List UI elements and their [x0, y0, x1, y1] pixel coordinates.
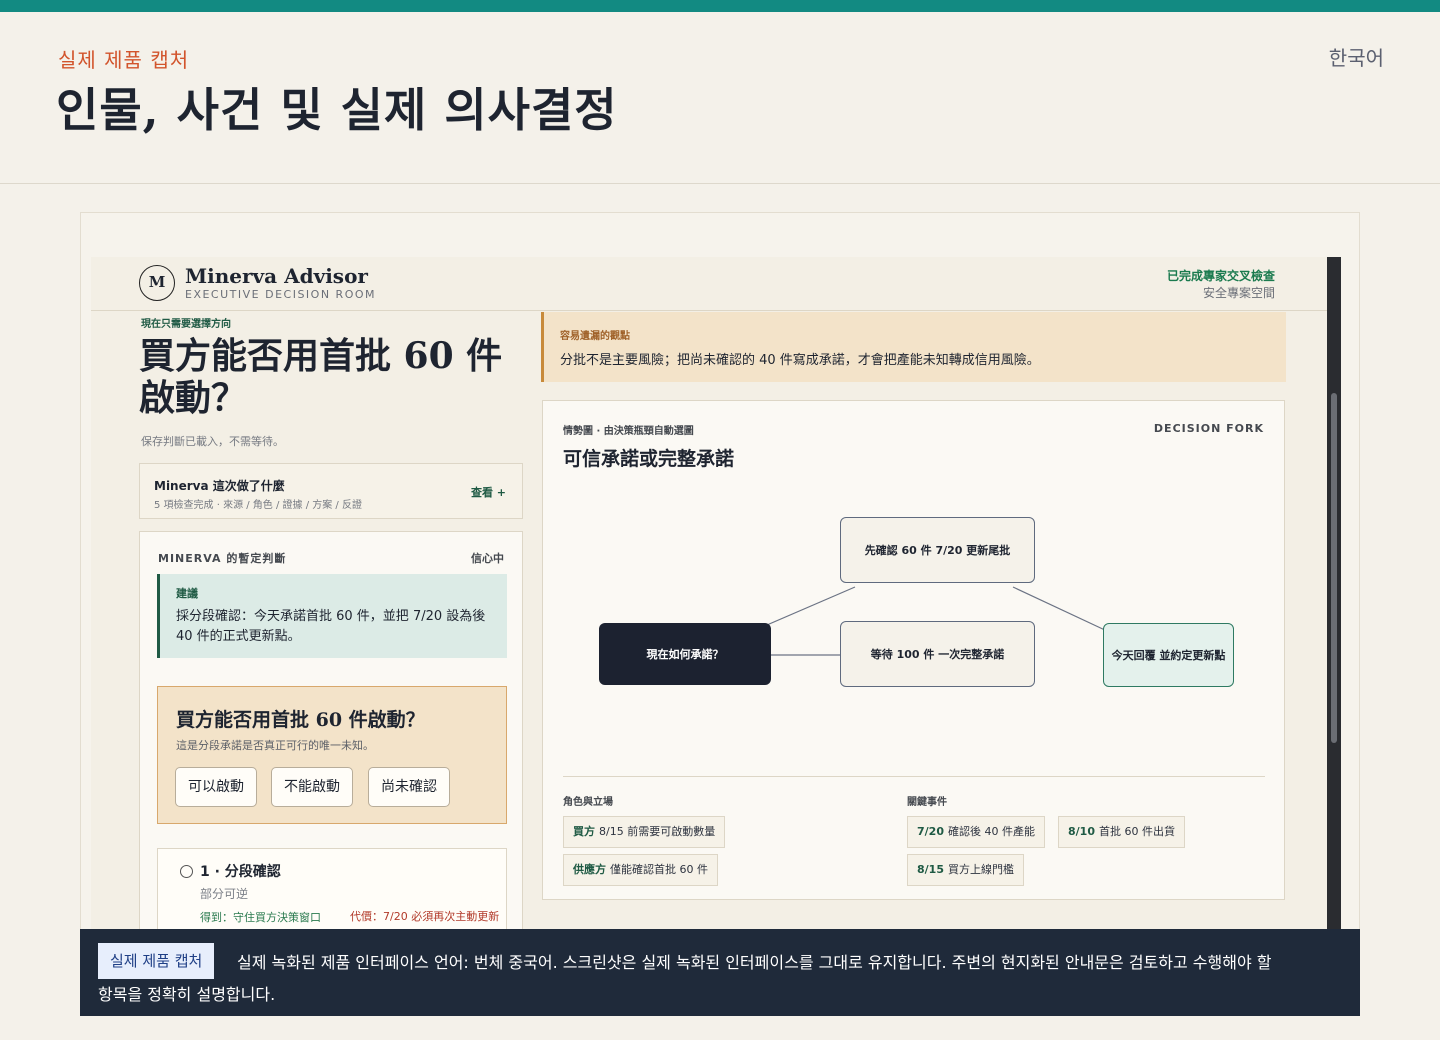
- radio-icon[interactable]: [180, 865, 193, 878]
- unconfirmed-button[interactable]: 尚未確認: [368, 767, 450, 807]
- caption-bar: 실제 제품 캡처 실제 녹화된 제품 인터페이스 언어: 번체 중국어. 스크린…: [80, 929, 1360, 1016]
- page-header: 실제 제품 캡처 인물, 사건 및 실제 의사결정 한국어: [0, 12, 1440, 184]
- option-card[interactable]: 1 · 分段確認 部分可逆 得到：守住買方決策窗口 代價：7/20 必須再次主動…: [157, 848, 507, 937]
- confidence-badge: 信心中: [471, 552, 504, 565]
- work-summary-title: Minerva 這次做了什麼: [154, 479, 285, 493]
- product-screenshot: M Minerva Advisor EXECUTIVE DECISION ROO…: [91, 257, 1341, 937]
- overlooked-text: 分批不是主要風險；把尚未確認的 40 件寫成承諾，才會把產能未知轉成信用風險。: [560, 353, 1040, 368]
- language-switcher[interactable]: 한국어: [1329, 42, 1384, 71]
- loaded-note: 保存判斷已載入，不需等待。: [141, 435, 284, 448]
- brand-name: Minerva Advisor: [185, 264, 368, 288]
- cannot-start-button[interactable]: 不能啟動: [271, 767, 353, 807]
- advice-box: 建議 採分段確認：今天承諾首批 60 件，並把 7/20 設為後 40 件的正式…: [157, 574, 507, 658]
- top-accent-bar: [0, 0, 1440, 12]
- caption-badge: 실제 제품 캡처: [98, 943, 215, 979]
- node-top: 先確認 60 件 7/20 更新尾批: [840, 517, 1035, 583]
- option-cost: 代價：7/20 必須再次主動更新: [350, 910, 500, 923]
- judgement-title: MINERVA 的暫定判斷: [158, 552, 287, 565]
- events-header: 關鍵事件: [907, 797, 947, 808]
- situation-divider: [563, 776, 1265, 777]
- situation-title: 可信承諾或完整承諾: [563, 448, 735, 470]
- node-right: 今天回覆 並約定更新點: [1103, 623, 1234, 687]
- decision-fork-diagram: 現在如何承諾？ 先確認 60 件 7/20 更新尾批 等待 100 件 一次完整…: [543, 491, 1286, 791]
- page-title: 인물, 사건 및 실제 의사결정: [56, 83, 618, 137]
- logo-mark: M: [139, 265, 175, 301]
- caption-text-continued: 항목을 정확히 설명합니다.: [98, 985, 276, 1004]
- page-eyebrow: 실제 제품 캡처: [58, 48, 190, 72]
- caption-text: 실제 녹화된 제품 인터페이스 언어: 번체 중국어. 스크린샷은 실제 녹화된…: [237, 953, 1272, 972]
- work-summary-card[interactable]: Minerva 這次做了什麼 5 項檢查完成 · 來源 / 角色 / 證據 / …: [139, 463, 523, 519]
- unknown-question-card: 買方能否用首批 60 件啟動？ 這是分段承諾是否真正可行的唯一未知。 可以啟動 …: [157, 686, 507, 824]
- option-gain: 得到：守住買方決策窗口: [200, 911, 321, 924]
- option-reversibility: 部分可逆: [200, 887, 249, 901]
- scroll-thumb[interactable]: [1331, 393, 1337, 743]
- advice-label: 建議: [176, 587, 198, 600]
- event-chip: 8/10 首批 60 件出貨: [1058, 816, 1185, 848]
- brand-subtitle: EXECUTIVE DECISION ROOM: [185, 288, 377, 301]
- situation-eyebrow: 情勢圖 · 由決策瓶頸自動選圖: [563, 426, 694, 437]
- overlooked-view-banner: 容易遺漏的觀點 分批不是主要風險；把尚未確認的 40 件寫成承諾，才會把產能未知…: [541, 312, 1286, 382]
- event-chip: 7/20 確認後 40 件產能: [907, 816, 1045, 848]
- unknown-question: 買方能否用首批 60 件啟動？: [176, 709, 425, 731]
- view-details-button[interactable]: 查看 +: [471, 484, 506, 500]
- node-middle: 等待 100 件 一次完整承諾: [840, 621, 1035, 687]
- review-status: 已完成專家交叉檢查: [1166, 269, 1275, 283]
- can-start-button[interactable]: 可以啟動: [175, 767, 257, 807]
- option-title: 1 · 分段確認: [200, 864, 281, 880]
- overlooked-label: 容易遺漏的觀點: [560, 331, 630, 342]
- decision-panel: 現在只需要選擇方向 買方能否用首批 60 件啟動？ 保存判斷已載入，不需等待。 …: [91, 311, 541, 937]
- decision-eyebrow: 現在只需要選擇方向: [141, 319, 231, 330]
- event-chip: 8/15 買方上線門檻: [907, 854, 1024, 886]
- situation-map-card: 情勢圖 · 由決策瓶頸自動選圖 DECISION FORK 可信承諾或完整承諾 …: [542, 400, 1285, 900]
- decision-fork-tag: DECISION FORK: [1153, 422, 1264, 435]
- role-chip: 買方 8/15 前需要可啟動數量: [563, 816, 726, 848]
- roles-header: 角色與立場: [563, 797, 613, 808]
- role-chip: 供應方 僅能確認首批 60 件: [563, 854, 718, 886]
- decision-question: 買方能否用首批 60 件啟動？: [139, 335, 503, 419]
- screenshot-frame: M Minerva Advisor EXECUTIVE DECISION ROO…: [80, 212, 1360, 1016]
- advice-text: 採分段確認：今天承諾首批 60 件，並把 7/20 設為後 40 件的正式更新點…: [176, 609, 486, 644]
- scrollbar[interactable]: [1327, 257, 1341, 937]
- node-root: 現在如何承諾？: [599, 623, 771, 685]
- work-summary-sub: 5 項檢查完成 · 來源 / 角色 / 證據 / 方案 / 反證: [154, 500, 362, 511]
- workspace-label: 安全專案空間: [1202, 286, 1275, 300]
- unknown-subtext: 這是分段承諾是否真正可行的唯一未知。: [176, 739, 374, 752]
- app-header: M Minerva Advisor EXECUTIVE DECISION ROO…: [91, 257, 1327, 311]
- judgement-card: MINERVA 的暫定判斷 信心中 建議 採分段確認：今天承諾首批 60 件，並…: [139, 531, 523, 937]
